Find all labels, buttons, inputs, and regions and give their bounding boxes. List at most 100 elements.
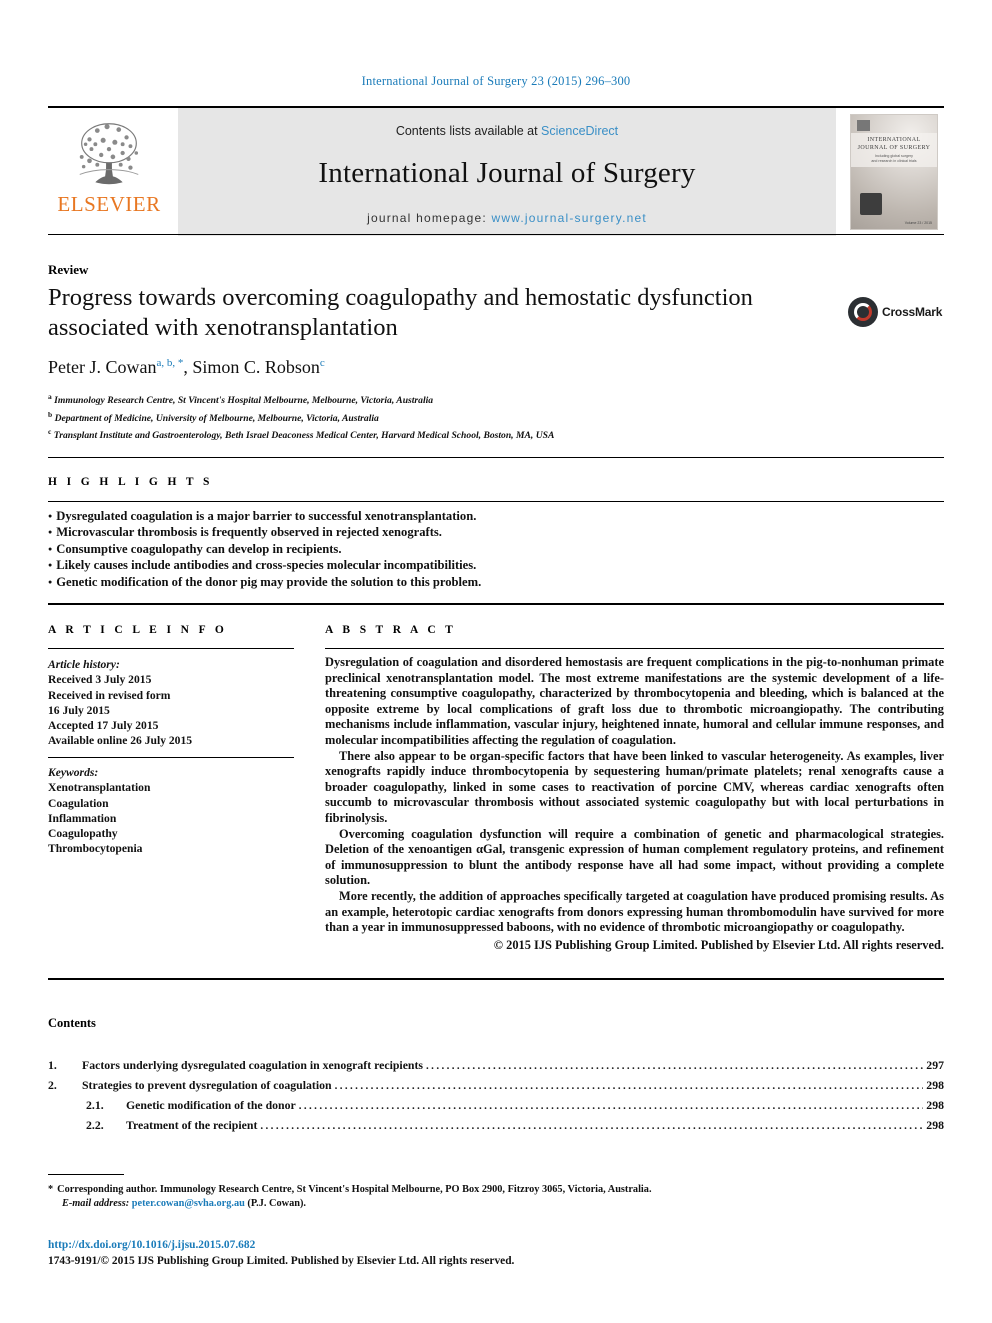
- author-marks-2[interactable]: c: [320, 357, 325, 369]
- highlights-top-rule: [48, 457, 944, 458]
- highlights-rule: [48, 501, 944, 502]
- article-history-label: Article history:: [48, 658, 120, 671]
- toc-number: 1.: [48, 1058, 57, 1072]
- toc-entry[interactable]: 2.1. Genetic modification of the donor .…: [48, 1096, 944, 1116]
- author-marks-1[interactable]: a, b, *: [156, 357, 183, 369]
- page-title: Progress towards overcoming coagulopathy…: [48, 284, 753, 341]
- cover-seal-icon: [860, 193, 882, 215]
- toc-entry[interactable]: 2. Strategies to prevent dysregulation o…: [48, 1076, 944, 1096]
- journal-banner: Contents lists available at ScienceDirec…: [178, 108, 836, 236]
- contents-available-line: Contents lists available at ScienceDirec…: [396, 124, 618, 138]
- affiliation-item: a Immunology Research Centre, St Vincent…: [48, 392, 434, 407]
- keywords-block: Keywords: Xenotransplantation Coagulatio…: [48, 765, 298, 857]
- doi-link[interactable]: http://dx.doi.org/10.1016/j.ijsu.2015.07…: [48, 1237, 514, 1253]
- keyword-item: Inflammation: [48, 811, 117, 825]
- toc-leader-dots: ........................................…: [334, 1080, 924, 1092]
- crossmark-icon: [848, 297, 878, 327]
- keywords-rule: [48, 757, 294, 758]
- article-history-block: Article history: Received 3 July 2015 Re…: [48, 657, 298, 749]
- abstract-bottom-rule: [48, 978, 944, 980]
- toc-leader-dots: ........................................…: [260, 1120, 923, 1132]
- email-link[interactable]: peter.cowan@svha.org.au: [132, 1198, 245, 1209]
- abstract-rule: [325, 648, 944, 649]
- sciencedirect-link[interactable]: ScienceDirect: [541, 124, 618, 138]
- cover-volume-note: Volume 23 / 2015: [904, 221, 932, 225]
- toc-page-number: 298: [926, 1118, 944, 1132]
- highlight-item: Consumptive coagulopathy can develop in …: [48, 541, 748, 557]
- toc-number: 2.: [48, 1078, 57, 1092]
- email-line: E-mail address: peter.cowan@svha.org.au …: [48, 1197, 748, 1211]
- toc-leader-dots: ........................................…: [298, 1100, 924, 1112]
- homepage-prefix: journal homepage:: [367, 210, 492, 225]
- toc-page-number: 297: [926, 1058, 944, 1072]
- masthead-bottom-rule: [48, 234, 944, 235]
- footnote-rule: [48, 1174, 124, 1175]
- article-type-label: Review: [48, 262, 89, 277]
- cover-subtitle-text: Including global surgery and research in…: [871, 154, 917, 163]
- table-of-contents: 1. Factors underlying dysregulated coagu…: [48, 1056, 944, 1136]
- footnote-star-marker: *: [48, 1184, 54, 1195]
- corresponding-author-footnote: * Corresponding author. Immunology Resear…: [48, 1183, 748, 1212]
- abstract-copyright: © 2015 IJS Publishing Group Limited. Pub…: [493, 937, 944, 952]
- journal-cover-thumbnail: INTERNATIONAL JOURNAL OF SURGERY Includi…: [844, 108, 944, 236]
- keyword-item: Coagulopathy: [48, 827, 118, 841]
- article-history-item: 16 July 2015: [48, 703, 110, 717]
- toc-page-number: 298: [926, 1098, 944, 1112]
- article-history-item: Available online 26 July 2015: [48, 734, 193, 748]
- crossmark-badge[interactable]: CrossMark: [848, 290, 944, 334]
- elsevier-tree-icon: [70, 114, 148, 192]
- elsevier-wordmark: ELSEVIER: [57, 192, 161, 216]
- author-name-2: Simon C. Robson: [192, 357, 320, 377]
- author-name-1: Peter J. Cowan: [48, 357, 157, 377]
- contents-heading: Contents: [48, 1016, 96, 1030]
- contents-prefix: Contents lists available at: [395, 123, 542, 138]
- email-label: E-mail address:: [62, 1198, 130, 1210]
- article-history-item: Accepted 17 July 2015: [48, 719, 159, 733]
- journal-homepage-link[interactable]: www.journal-surgery.net: [491, 211, 646, 225]
- toc-leader-dots: ........................................…: [426, 1060, 923, 1072]
- crossmark-label: CrossMark: [882, 305, 943, 319]
- abstract-paragraph: There also appear to be organ-specific f…: [325, 748, 944, 825]
- highlights-list: Dysregulated coagulation is a major barr…: [48, 508, 748, 590]
- abstract-text: Dysregulation of coagulation and disorde…: [325, 655, 944, 953]
- issn-copyright-line: 1743-9191/© 2015 IJS Publishing Group Li…: [48, 1255, 515, 1267]
- article-first-page: International Journal of Surgery 23 (201…: [0, 0, 992, 1323]
- toc-entry[interactable]: 2.2. Treatment of the recipient ........…: [48, 1116, 944, 1136]
- journal-title: International Journal of Surgery: [318, 156, 696, 189]
- toc-label: Factors underlying dysregulated coagulat…: [82, 1058, 424, 1072]
- journal-masthead: ELSEVIER Contents lists available at Sci…: [48, 106, 944, 236]
- article-history-item: Received in revised form: [48, 688, 171, 702]
- toc-label: Genetic modification of the donor: [126, 1098, 296, 1112]
- elsevier-logo: ELSEVIER: [48, 108, 170, 236]
- highlight-item: Dysregulated coagulation is a major barr…: [48, 508, 748, 524]
- article-history-item: Received 3 July 2015: [48, 673, 152, 687]
- toc-label: Treatment of the recipient: [126, 1118, 258, 1132]
- keywords-label: Keywords:: [48, 766, 99, 779]
- affiliation-list: a Immunology Research Centre, St Vincent…: [48, 390, 554, 443]
- toc-number: 2.2.: [86, 1118, 104, 1132]
- article-info-heading: A R T I C L E I N F O: [48, 624, 228, 636]
- toc-page-number: 298: [926, 1078, 944, 1092]
- info-top-rule: [48, 603, 944, 605]
- abstract-heading: A B S T R A C T: [325, 624, 457, 636]
- corresponding-author-text: Corresponding author. Immunology Researc…: [57, 1184, 652, 1195]
- keyword-item: Thrombocytopenia: [48, 842, 143, 856]
- cover-title-text: INTERNATIONAL JOURNAL OF SURGERY: [857, 137, 931, 151]
- toc-number: 2.1.: [86, 1098, 104, 1112]
- cover-image: INTERNATIONAL JOURNAL OF SURGERY Includi…: [850, 114, 938, 230]
- running-head: International Journal of Surgery 23 (201…: [361, 74, 631, 88]
- email-suffix: (P.J. Cowan).: [247, 1198, 306, 1210]
- abstract-paragraph: Overcoming coagulation dysfunction will …: [325, 826, 944, 888]
- affiliation-item: c Transplant Institute and Gastroenterol…: [48, 427, 555, 442]
- journal-homepage-line: journal homepage: www.journal-surgery.ne…: [367, 211, 647, 225]
- corresponding-author-line: * Corresponding author. Immunology Resear…: [48, 1183, 748, 1197]
- highlight-item: Microvascular thrombosis is frequently o…: [48, 524, 748, 540]
- highlight-item: Genetic modification of the donor pig ma…: [48, 574, 748, 590]
- author-list: Peter J. Cowana, b, *, Simon C. Robsonc: [48, 357, 325, 377]
- page-footer: http://dx.doi.org/10.1016/j.ijsu.2015.07…: [48, 1237, 514, 1269]
- affiliation-item: b Department of Medicine, University of …: [48, 409, 379, 424]
- toc-entry[interactable]: 1. Factors underlying dysregulated coagu…: [48, 1056, 944, 1076]
- keyword-item: Xenotransplantation: [48, 781, 151, 795]
- keyword-item: Coagulation: [48, 796, 109, 810]
- highlights-heading: H I G H L I G H T S: [48, 476, 213, 488]
